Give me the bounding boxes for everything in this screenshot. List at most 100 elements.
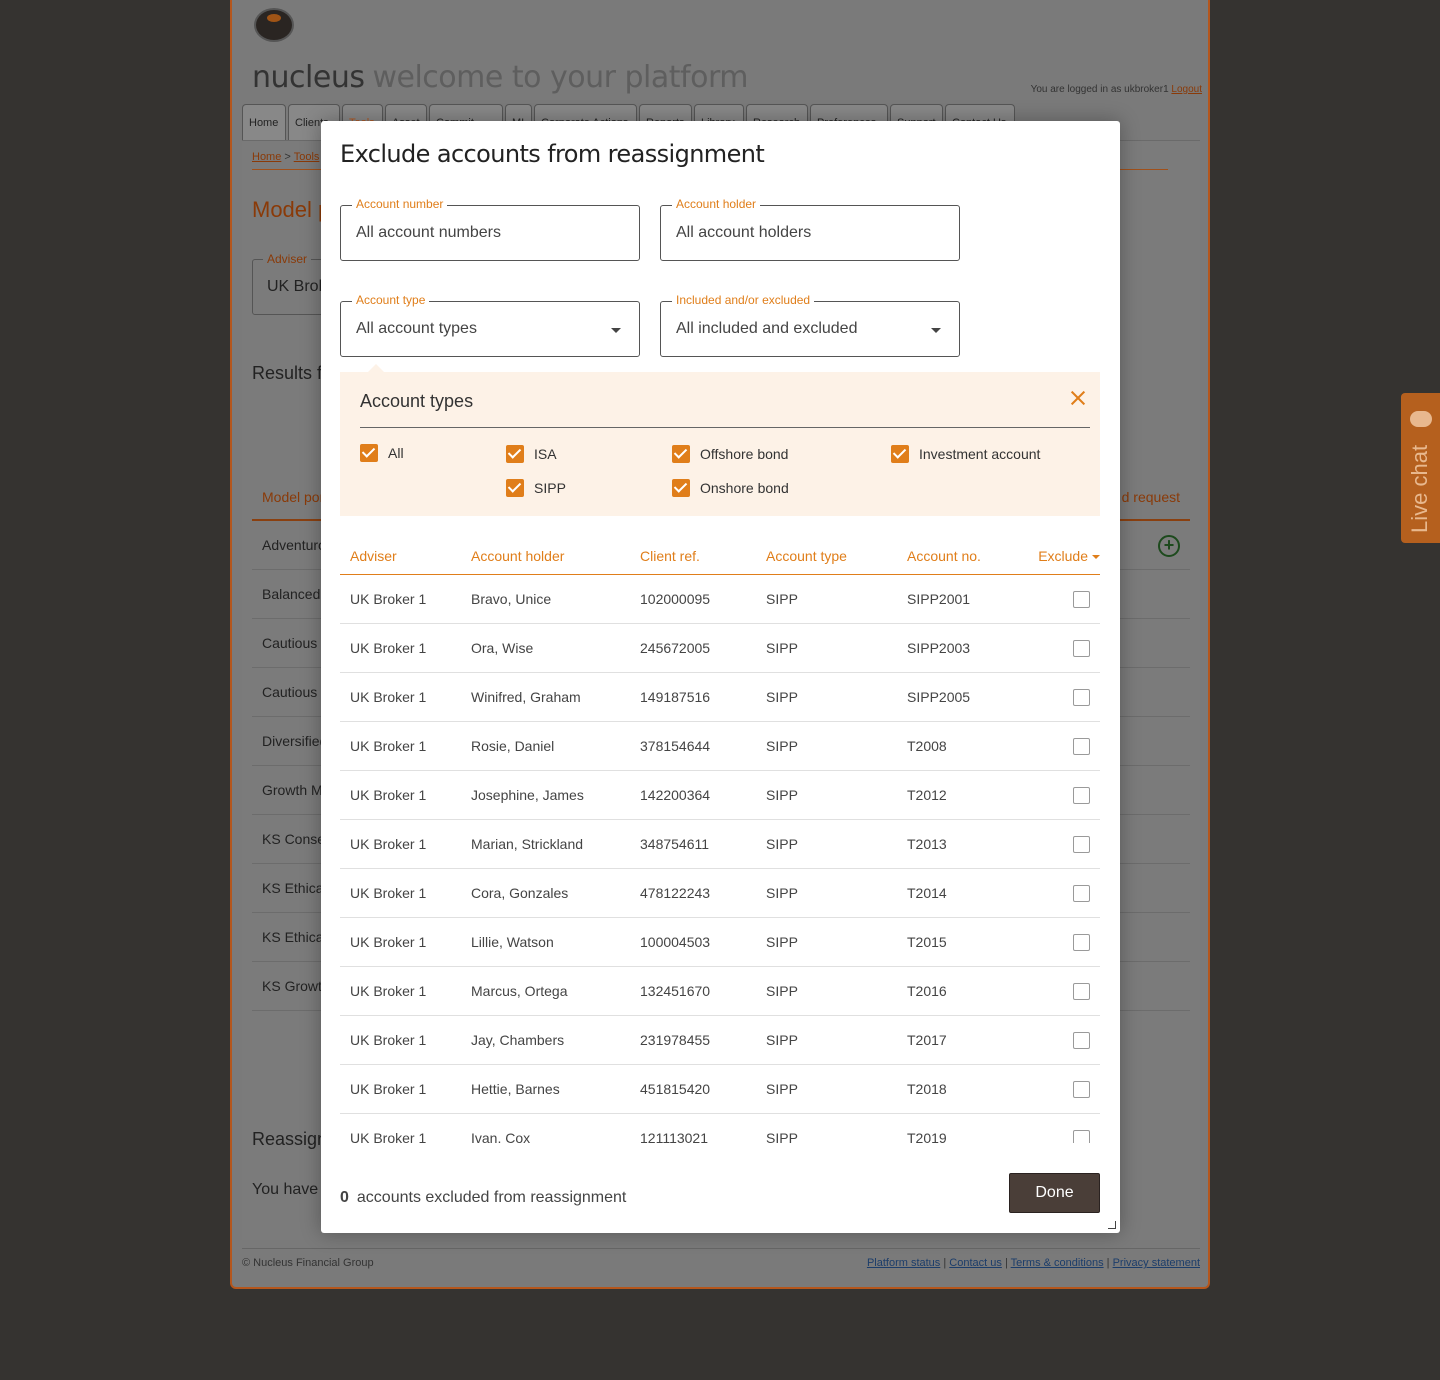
checkbox-checked[interactable] (360, 444, 378, 462)
terms-link[interactable]: Terms & conditions (1011, 1257, 1104, 1269)
logout-link[interactable]: Logout (1171, 84, 1202, 95)
cell-exclude (1026, 835, 1100, 853)
privacy-link[interactable]: Privacy statement (1113, 1257, 1200, 1269)
type-option-label: Offshore bond (700, 446, 789, 462)
header-adviser[interactable]: Adviser (340, 548, 471, 564)
cell-account-holder: Josephine, James (471, 787, 584, 803)
exclude-checkbox[interactable] (1073, 1080, 1090, 1098)
account-types-panel: Account types All ISA Offshore bond Inve… (340, 364, 1100, 516)
breadcrumb-tools[interactable]: Tools (294, 151, 320, 163)
cell-adviser: UK Broker 1 (350, 738, 427, 754)
table-row[interactable]: UK Broker 1 Marcus, Ortega 132451670 SIPP T2… (340, 967, 1100, 1016)
checkbox-checked[interactable] (672, 479, 690, 497)
footer-separator: | (943, 1257, 947, 1269)
exclude-checkbox[interactable] (1073, 982, 1090, 1000)
exclude-checkbox[interactable] (1073, 737, 1090, 755)
row-label: Growth M (262, 782, 323, 798)
cell-account-holder: Cora, Gonzales (471, 885, 569, 901)
close-icon[interactable] (1068, 388, 1088, 408)
included-excluded-select[interactable]: Included and/or excluded All included an… (660, 293, 960, 357)
type-option-sipp[interactable]: SIPP (506, 479, 566, 497)
exclude-checkbox[interactable] (1073, 1031, 1090, 1049)
cell-account-no: SIPP2005 (907, 689, 971, 705)
platform-status-link[interactable]: Platform status (867, 1257, 940, 1269)
table-row[interactable]: UK Broker 1 Hettie, Barnes 451815420 SIPP T2… (340, 1065, 1100, 1114)
live-chat-button[interactable]: Live chat (1401, 393, 1440, 543)
resize-handle-icon[interactable] (1108, 1221, 1116, 1229)
table-row[interactable]: UK Broker 1 Jay, Chambers 231978455 SIPP T20… (340, 1016, 1100, 1065)
checkbox-checked[interactable] (506, 445, 524, 463)
type-option-label: Investment account (919, 446, 1041, 462)
cell-account-type: SIPP (766, 1130, 798, 1143)
cell-client-ref: 348754611 (640, 836, 710, 852)
modal-title: Exclude accounts from reassignment (340, 140, 765, 168)
table-row[interactable]: UK Broker 1 Rosie, Daniel 378154644 SIPP T20… (340, 722, 1100, 771)
exclude-checkbox[interactable] (1073, 1129, 1090, 1143)
exclude-checkbox[interactable] (1073, 639, 1090, 657)
header-account-holder[interactable]: Account holder (471, 548, 640, 564)
exclude-checkbox[interactable] (1073, 933, 1090, 951)
type-option-all[interactable]: All (360, 444, 404, 462)
cell-adviser: UK Broker 1 (350, 689, 427, 705)
table-row[interactable]: UK Broker 1 Lillie, Watson 100004503 SIPP T2… (340, 918, 1100, 967)
header-exclude-label: Exclude (1038, 547, 1088, 564)
done-button[interactable]: Done (1009, 1173, 1100, 1213)
account-type-value: All account types (356, 320, 477, 337)
table-row[interactable]: UK Broker 1 Cora, Gonzales 478122243 SIPP T2… (340, 869, 1100, 918)
type-option-onshore-bond[interactable]: Onshore bond (672, 479, 789, 497)
account-type-label: Account type (352, 293, 430, 307)
cell-account-type: SIPP (766, 1081, 798, 1097)
table-row[interactable]: UK Broker 1 Winifred, Graham 149187516 SIPP… (340, 673, 1100, 722)
table-row[interactable]: UK Broker 1 Ora, Wise 245672005 SIPP SIPP200… (340, 624, 1100, 673)
exclude-checkbox[interactable] (1073, 884, 1090, 902)
account-number-field[interactable]: Account number All account numbers (340, 197, 640, 261)
cell-account-holder: Marcus, Ortega (471, 983, 568, 999)
row-label: KS Conse (262, 831, 326, 847)
cell-exclude (1026, 786, 1100, 804)
checkbox-checked[interactable] (891, 445, 909, 463)
cell-account-holder: Marian, Strickland (471, 836, 584, 852)
table-row[interactable]: UK Broker 1 Marian, Strickland 348754611 SI… (340, 820, 1100, 869)
account-types-title: Account types (360, 391, 474, 411)
type-option-isa[interactable]: ISA (506, 445, 557, 463)
nav-tab-home[interactable]: Home (242, 104, 286, 140)
table-row[interactable]: UK Broker 1 Ivan, Cox 121113021 SIPP T2019 (340, 1114, 1100, 1143)
cell-adviser: UK Broker 1 (350, 836, 427, 852)
cell-client-ref: 142200364 (640, 787, 711, 803)
cell-account-no: SIPP2003 (907, 640, 971, 656)
header-account-no[interactable]: Account no. (907, 548, 1026, 564)
type-option-label: SIPP (534, 480, 566, 496)
type-option-investment-account[interactable]: Investment account (891, 445, 1040, 463)
exclude-checkbox[interactable] (1073, 688, 1090, 706)
account-type-select[interactable]: Account type All account types (340, 293, 640, 357)
header-account-type[interactable]: Account type (766, 548, 907, 564)
cell-adviser: UK Broker 1 (350, 1032, 427, 1048)
exclude-checkbox[interactable] (1073, 835, 1090, 853)
table-row[interactable]: UK Broker 1 Josephine, James 142200364 SIPP… (340, 771, 1100, 820)
account-number-label: Account number (352, 197, 448, 211)
header-exclude[interactable]: Exclude (1026, 548, 1100, 564)
cell-account-holder: Rosie, Daniel (471, 738, 555, 754)
cell-client-ref: 231978455 (640, 1032, 711, 1048)
checkbox-checked[interactable] (672, 445, 690, 463)
cell-client-ref: 100004503 (640, 934, 711, 950)
checkbox-checked[interactable] (506, 479, 524, 497)
table-row[interactable]: UK Broker 1 Bravo, Unice 102000095 SIPP SIPP… (340, 575, 1100, 624)
excluded-summary: 0 accounts excluded from reassignment (340, 1189, 626, 1207)
page-footer: © Nucleus Financial Group Platform statu… (242, 1248, 1200, 1269)
cell-exclude (1026, 1080, 1100, 1098)
cell-client-ref: 121113021 (640, 1130, 708, 1143)
exclude-accounts-modal: Exclude accounts from reassignment Accou… (321, 121, 1120, 1233)
type-option-offshore-bond[interactable]: Offshore bond (672, 445, 788, 463)
contact-us-link[interactable]: Contact us (949, 1257, 1002, 1269)
breadcrumb-home[interactable]: Home (252, 151, 281, 163)
cell-exclude (1026, 639, 1100, 657)
exclude-checkbox[interactable] (1073, 786, 1090, 804)
included-excluded-value: All included and excluded (676, 320, 858, 337)
header-client-ref[interactable]: Client ref. (640, 548, 766, 564)
exclude-checkbox[interactable] (1073, 590, 1090, 608)
cell-account-type: SIPP (766, 640, 798, 656)
add-circle-icon[interactable]: + (1158, 535, 1180, 557)
type-option-label: Onshore bond (700, 480, 789, 496)
account-holder-field[interactable]: Account holder All account holders (660, 197, 960, 261)
